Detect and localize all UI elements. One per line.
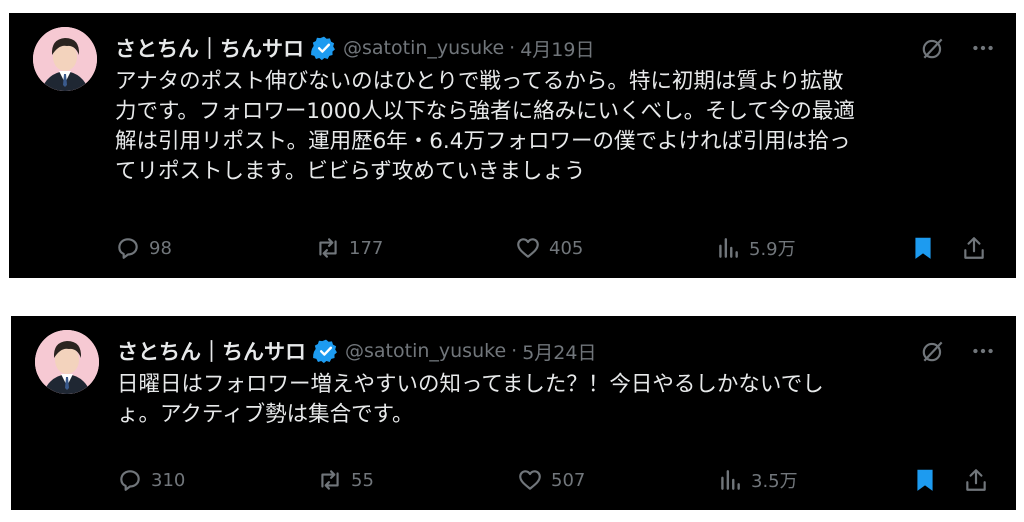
tweet-text-line: アナタのポスト伸びないのはひとりで戦ってるから。特に初期は質より拡散 [115,69,844,94]
tweet-text: アナタのポスト伸びないのはひとりで戦ってるから。特に初期は質より拡散 力です。フ… [115,67,995,187]
tweet-text-line: 解は引用リポスト。運用歴6年・6.4万フォロワーの僕でよければ引用は拾っ [115,129,851,154]
author-handle[interactable]: @satotin_yusuke [345,340,506,362]
bookmark-icon [915,237,931,259]
verified-badge-icon [313,339,337,364]
reply-button[interactable]: 310 [117,463,185,497]
action-bar: 98 177 405 5.9万 [115,231,996,265]
views-count: 3.5万 [751,471,798,492]
grok-icon[interactable] [920,35,946,61]
views-button[interactable]: 5.9万 [715,231,796,265]
action-bar: 310 55 507 3.5万 [117,463,996,497]
share-icon [966,469,986,491]
bookmark-button[interactable] [910,231,936,265]
share-icon [964,237,984,259]
repost-icon [321,470,339,490]
separator: · [509,37,516,59]
share-button[interactable] [961,231,987,265]
repost-button[interactable]: 55 [317,463,374,497]
author-name[interactable]: さとちん｜ちんサロ [117,336,306,366]
views-icon [719,238,738,258]
more-icon[interactable] [970,35,996,61]
author-handle[interactable]: @satotin_yusuke [343,37,504,59]
tweet-text-line: 日曜日はフォロワー増えやすいの知ってました？！今日やるしかないでし [117,372,824,397]
like-button[interactable]: 507 [517,463,585,497]
reply-icon [118,238,138,259]
grok-icon[interactable] [920,338,946,364]
separator: · [511,340,518,362]
tweet-header: さとちん｜ちんサロ @satotin_yusuke · 4月19日 [115,31,996,65]
verified-badge-icon [311,36,335,61]
tweet-text-line: ょ。アクティブ勢は集合です。 [117,402,414,427]
tweet-text: 日曜日はフォロワー増えやすいの知ってました？！今日やるしかないでし ょ。アクティ… [117,370,997,430]
repost-icon [319,238,337,258]
views-button[interactable]: 3.5万 [717,463,798,497]
views-icon [721,470,740,490]
tweet-card[interactable]: さとちん｜ちんサロ @satotin_yusuke · 5月24日 日曜日はフォ… [11,316,1016,510]
avatar[interactable] [35,330,99,394]
reply-count: 98 [149,237,172,259]
like-count: 507 [551,469,586,491]
reply-icon [120,470,140,491]
tweet-text-line: 力です。フォロワー1000人以下なら強者に絡みにいくべし。そして今の最適 [115,99,855,124]
tweet-date[interactable]: 5月24日 [522,338,596,365]
like-button[interactable]: 405 [515,231,583,265]
share-button[interactable] [963,463,989,497]
like-icon [517,238,539,258]
author-name[interactable]: さとちん｜ちんサロ [115,33,304,63]
reply-count: 310 [151,469,186,491]
like-icon [519,470,541,490]
repost-count: 177 [349,237,384,259]
like-count: 405 [549,237,584,259]
repost-button[interactable]: 177 [315,231,383,265]
tweet-card[interactable]: さとちん｜ちんサロ @satotin_yusuke · 4月19日 アナタのポス… [9,13,1016,278]
tweet-header: さとちん｜ちんサロ @satotin_yusuke · 5月24日 [117,334,996,368]
more-icon[interactable] [970,338,996,364]
views-count: 5.9万 [749,239,796,260]
avatar[interactable] [33,27,97,91]
tweet-text-line: てリポストします。ビビらず攻めていきましょう [115,159,586,184]
bookmark-icon [917,469,933,491]
reply-button[interactable]: 98 [115,231,172,265]
tweet-date[interactable]: 4月19日 [520,35,594,62]
bookmark-button[interactable] [912,463,938,497]
repost-count: 55 [351,469,374,491]
